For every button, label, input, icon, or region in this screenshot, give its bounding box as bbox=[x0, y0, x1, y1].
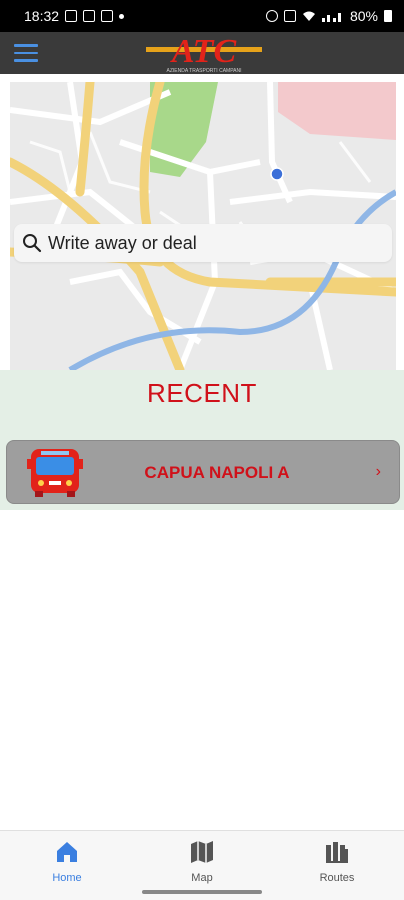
gallery-icon bbox=[65, 10, 78, 22]
menu-icon[interactable] bbox=[14, 44, 38, 62]
gesture-bar bbox=[142, 890, 262, 894]
more-notifications-icon bbox=[119, 13, 125, 19]
logo-text: ATC bbox=[170, 33, 237, 70]
nav-routes-label: Routes bbox=[319, 872, 355, 884]
bottom-navigation: Home Map Routes bbox=[0, 830, 404, 900]
search-icon bbox=[23, 234, 42, 253]
map-icon bbox=[191, 841, 213, 863]
nav-home-label: Home bbox=[52, 872, 82, 884]
search-bar[interactable] bbox=[14, 224, 392, 262]
wifi-icon bbox=[302, 11, 315, 21]
e-notification-icon bbox=[101, 10, 114, 22]
recent-route-card[interactable]: CAPUA NAPOLI A › bbox=[6, 440, 400, 504]
route-name: CAPUA NAPOLI A bbox=[144, 463, 290, 482]
mute-icon bbox=[283, 10, 296, 22]
current-location-icon bbox=[270, 167, 284, 181]
atc-logo: ATC AZIENDA TRASPORTI CAMPANI bbox=[146, 33, 262, 74]
routes-icon bbox=[326, 842, 348, 863]
logo-subtitle: AZIENDA TRASPORTI CAMPANI bbox=[166, 68, 241, 74]
bus-icon bbox=[27, 449, 83, 497]
nav-home[interactable]: Home bbox=[27, 835, 107, 884]
alarm-icon bbox=[265, 10, 278, 22]
home-icon bbox=[57, 842, 77, 862]
recent-section: RECENT CAPUA NAPOLI A › bbox=[0, 370, 404, 510]
recent-title: RECENT bbox=[147, 378, 257, 408]
nav-routes[interactable]: Routes bbox=[297, 835, 377, 884]
signal-icon bbox=[321, 13, 341, 22]
search-input[interactable] bbox=[48, 232, 388, 254]
nav-map[interactable]: Map bbox=[162, 835, 242, 884]
nav-map-label: Map bbox=[191, 872, 213, 884]
status-time: 18:32 bbox=[24, 8, 60, 24]
app-header: ATC AZIENDA TRASPORTI CAMPANI bbox=[0, 32, 404, 74]
chevron-right-icon: › bbox=[375, 463, 381, 480]
battery-icon bbox=[384, 10, 392, 22]
status-bar: 18:32 80% bbox=[0, 0, 404, 32]
mail-icon bbox=[83, 10, 96, 22]
battery-percent: 80% bbox=[349, 8, 378, 24]
